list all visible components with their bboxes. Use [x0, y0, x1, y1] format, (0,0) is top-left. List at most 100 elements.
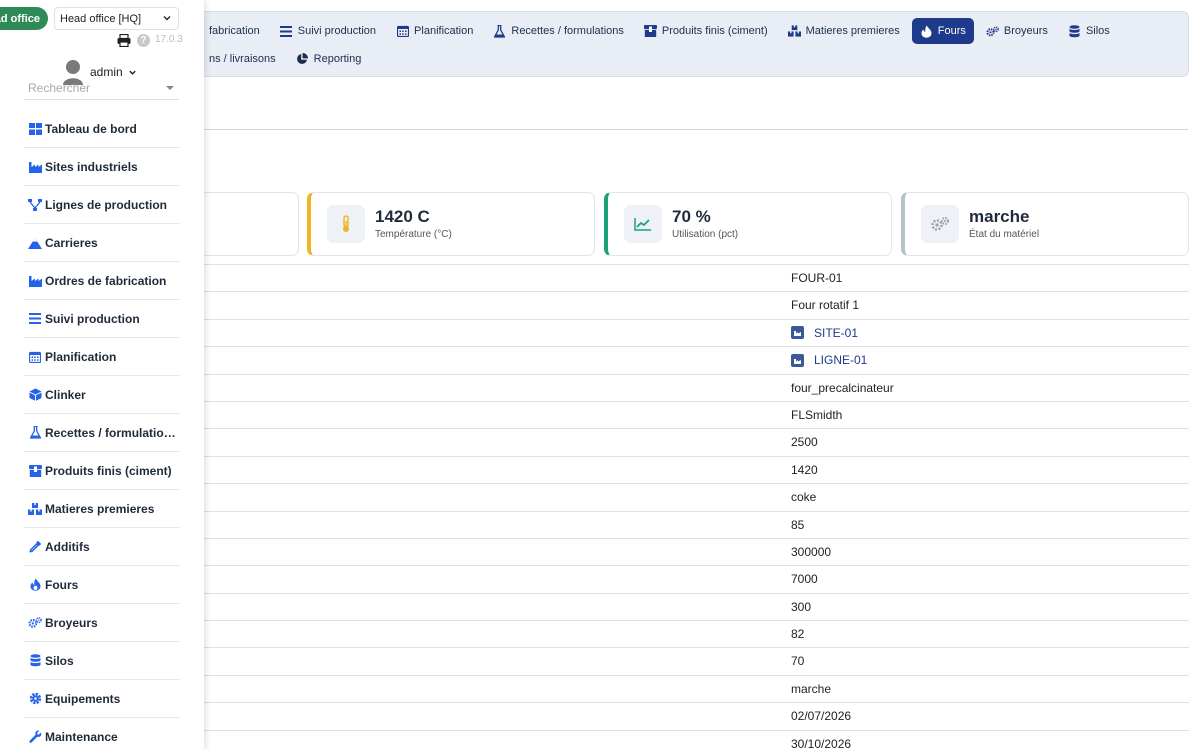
wrench-icon: [28, 730, 42, 744]
tab-label: Reporting: [313, 53, 362, 65]
table-row: 30/10/2026: [204, 729, 1189, 750]
print-icon[interactable]: [117, 33, 131, 48]
sidebar-item-dashboard[interactable]: Tableau de bord: [24, 110, 180, 148]
user-name: admin: [90, 65, 123, 79]
field-value-text: FOUR-01: [791, 271, 843, 285]
kpi-label: Utilisation (pct): [672, 229, 739, 240]
sidebar-item-label: Carrieres: [45, 235, 98, 250]
kpi-card-etat: marche État du matériel: [901, 192, 1189, 256]
tab-fire[interactable]: Fours: [911, 18, 974, 44]
factory-icon: [28, 160, 42, 174]
field-value-text: 70: [791, 654, 805, 669]
field-value-text: Four rotatif 1: [791, 298, 860, 313]
kpi-value: marche: [969, 207, 1030, 226]
boxes-icon: [787, 25, 801, 38]
field-value-text: SITE-01: [814, 325, 859, 340]
sidebar-item-label: Broyeurs: [45, 615, 98, 630]
sidebar-item-label: Silos: [45, 653, 74, 668]
gears-icon: [986, 25, 999, 38]
version-label: 17.0.3: [155, 34, 183, 45]
sidebar-item-box[interactable]: Produits finis (ciment): [24, 452, 180, 490]
sidebar-item-flask[interactable]: Recettes / formulatio…: [24, 414, 180, 452]
external-link-icon[interactable]: [791, 326, 804, 340]
sidebar-item-wrench[interactable]: Maintenance: [24, 718, 180, 750]
top-nav-row-1: fabrication Suivi production Planification…: [201, 17, 1122, 45]
cog-icon: [28, 692, 42, 706]
tab-flask[interactable]: Recettes / formulations: [485, 18, 632, 44]
calendar-icon: [396, 25, 409, 38]
kpi-value: 70 %: [672, 207, 711, 226]
company-select[interactable]: Head office [HQ]: [54, 7, 179, 30]
flask-icon: [493, 24, 506, 38]
table-row: FLSmidth: [204, 400, 1189, 428]
field-value: 7000: [791, 572, 818, 586]
table-row: 300000: [204, 537, 1189, 565]
table-row: FOUR-01: [204, 264, 1189, 291]
kpi-card-utilisation: 70 % Utilisation (pct): [604, 192, 892, 256]
field-value-text: 7000: [791, 572, 818, 587]
tab-partial-0[interactable]: fabrication: [201, 18, 268, 44]
tab-label: Planification: [414, 25, 474, 37]
field-value: marche: [791, 682, 831, 696]
gears-icon: [28, 616, 42, 630]
sidebar-item-calendar[interactable]: Planification: [24, 338, 180, 376]
sidebar-item-boxes[interactable]: Matieres premieres: [24, 490, 180, 528]
sidebar-item-database[interactable]: Silos: [24, 642, 180, 680]
sidebar-item-mountain[interactable]: Carrieres: [24, 224, 180, 262]
table-row: 300: [204, 592, 1189, 620]
sidebar-item-label: Fours: [45, 577, 79, 592]
field-value: FOUR-01: [791, 271, 842, 285]
field-value-text: 82: [791, 627, 805, 642]
search-placeholder: Rechercher: [28, 81, 91, 95]
caret-down-icon: [166, 86, 174, 90]
table-row: 02/07/2026: [204, 702, 1189, 729]
sidebar-item-fire[interactable]: Fours: [24, 566, 180, 604]
chevron-down-icon: [128, 68, 137, 77]
tab-partial-0[interactable]: ns / livraisons: [201, 46, 284, 72]
record-link[interactable]: LIGNE-01: [791, 353, 867, 367]
sidebar-item-gears[interactable]: Broyeurs: [24, 604, 180, 642]
sidebar-item-label: Matieres premieres: [45, 501, 155, 516]
box-icon: [28, 464, 42, 478]
sidebar-item-eyedropper[interactable]: Additifs: [24, 528, 180, 566]
fire-icon: [28, 578, 42, 592]
record-link[interactable]: SITE-01: [791, 326, 858, 340]
sidebar-item-cube[interactable]: Clinker: [24, 376, 180, 414]
user-menu[interactable]: admin: [90, 65, 137, 79]
help-icon[interactable]: ?: [137, 34, 150, 47]
field-value-text: FLSmidth: [791, 407, 843, 422]
tab-calendar[interactable]: Planification: [388, 18, 481, 44]
sidebar-item-list[interactable]: Suivi production: [24, 300, 180, 338]
sidebar-item-factory[interactable]: Ordres de fabrication: [24, 262, 180, 300]
field-value: 85: [791, 518, 804, 532]
field-value: FLSmidth: [791, 408, 842, 422]
external-link-icon[interactable]: [791, 353, 804, 367]
table-row: 82: [204, 620, 1189, 647]
company-badge[interactable]: ad office: [0, 7, 48, 30]
field-value: four_precalcinateur: [791, 381, 894, 395]
list-icon: [28, 312, 42, 326]
sidebar-item-label: Recettes / formulatio…: [45, 425, 176, 440]
tab-chart-pie[interactable]: Reporting: [288, 46, 370, 72]
sidebar-item-cog[interactable]: Equipements: [24, 680, 180, 718]
tab-gears[interactable]: Broyeurs: [978, 18, 1056, 44]
page-divider: [204, 129, 1188, 130]
sidebar-item-sitemap[interactable]: Lignes de production: [24, 186, 180, 224]
sidebar-drawer: ad office Head office [HQ] ? 17.0.3 admi…: [0, 0, 204, 750]
field-value-text: four_precalcinateur: [791, 380, 894, 395]
search-input[interactable]: Rechercher: [24, 79, 179, 100]
tab-label: Matieres premieres: [805, 25, 900, 37]
tab-list[interactable]: Suivi production: [272, 18, 384, 44]
sidebar-item-factory[interactable]: Sites industriels: [24, 148, 180, 186]
tab-box[interactable]: Produits finis (ciment): [636, 18, 776, 44]
top-nav-row-2: ns / livraisons Reporting: [201, 45, 373, 73]
table-row: 85: [204, 510, 1189, 538]
table-row: coke: [204, 483, 1189, 510]
tab-label: Broyeurs: [1003, 25, 1048, 37]
tab-boxes[interactable]: Matieres premieres: [780, 18, 908, 44]
tab-database[interactable]: Silos: [1060, 18, 1118, 44]
kpi-label: État du matériel: [969, 229, 1040, 240]
kpi-label: Température (°C): [375, 229, 452, 240]
field-value: Four rotatif 1: [791, 298, 859, 312]
field-value-text: coke: [791, 490, 817, 505]
